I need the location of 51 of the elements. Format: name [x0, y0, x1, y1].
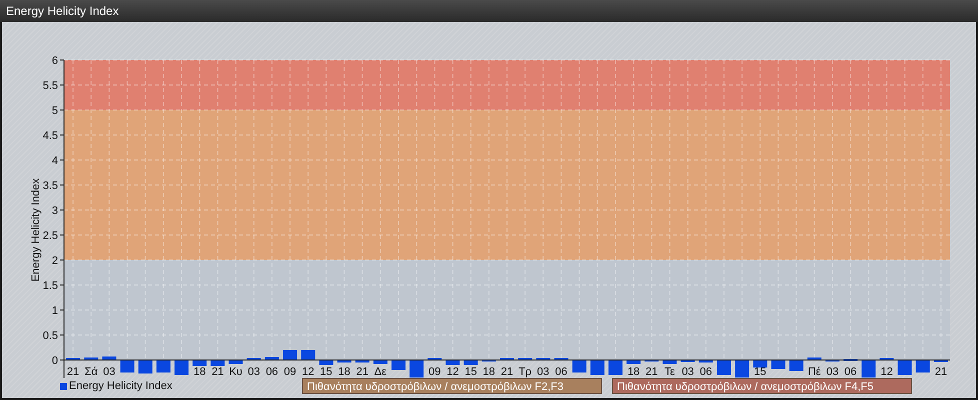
x-tick-label: 12: [446, 366, 459, 378]
y-tick-label: 3.5: [42, 180, 58, 192]
x-tick-label: 03: [826, 366, 839, 378]
x-tick-label: 21: [934, 366, 948, 378]
y-tick-label: 2: [52, 255, 58, 267]
y-tick-label: 4: [52, 155, 58, 167]
y-tick-label: 1: [52, 305, 58, 317]
y-tick-label: 0: [52, 355, 58, 367]
x-tick-label: 03: [682, 366, 694, 378]
x-tick-label: 06: [844, 366, 857, 378]
x-tick-label: Σά: [84, 366, 98, 378]
y-tick-label: 5: [52, 105, 58, 117]
y-axis-title: Energy Helicity Index: [30, 178, 42, 282]
x-tick-label: Κυ: [229, 366, 242, 378]
x-tick-label: 03: [248, 366, 260, 378]
x-tick-label: 15: [464, 366, 477, 378]
x-tick-label: 03: [103, 366, 116, 378]
y-tick-label: 0.5: [42, 330, 58, 342]
x-tick-label: 15: [754, 366, 766, 378]
x-tick-label: 06: [266, 366, 278, 378]
warning-band: Πιθανότητα υδροστρόβιλων / ανεμοστρόβιλων F2,F3: [302, 378, 602, 394]
y-tick-label: 2.5: [42, 230, 58, 242]
x-tick-label: 03: [537, 366, 550, 378]
x-tick-label: 09: [428, 366, 441, 378]
x-tick-label: 21: [356, 366, 368, 378]
x-tick-label: 21: [646, 366, 658, 378]
x-tick-label: 12: [880, 366, 893, 378]
window-title: Energy Helicity Index: [6, 3, 119, 20]
x-tick-label: 06: [700, 366, 712, 378]
x-tick-label: Τε: [664, 366, 675, 378]
x-tick-label: 21: [212, 366, 224, 378]
x-tick-label: 09: [284, 366, 296, 378]
x-tick-label: 15: [320, 366, 332, 378]
x-tick-label: 18: [482, 366, 496, 378]
y-tick-label: 3: [52, 205, 58, 217]
x-tick-label: 18: [338, 366, 350, 378]
y-tick-label: 6: [52, 55, 58, 67]
y-tick-label: 4.5: [42, 130, 58, 142]
x-tick-label: 18: [627, 366, 640, 378]
x-tick-label: 21: [66, 366, 80, 378]
x-tick-label: Δε: [374, 366, 387, 378]
x-tick-label: Τρ: [518, 366, 532, 378]
x-tick-label: 06: [555, 366, 568, 378]
x-tick-label: 21: [500, 366, 514, 378]
x-tick-label: Πέ: [808, 366, 821, 378]
x-tick-label: 18: [193, 366, 206, 378]
y-tick-label: 5.5: [42, 80, 58, 92]
y-tick-label: 1.5: [42, 280, 58, 292]
legend-label: Energy Helicity Index: [69, 379, 172, 394]
warning-band: Πιθανότητα υδροστρόβιλων / ανεμοστρόβιλων F4,F5: [612, 378, 912, 394]
x-tick-label: 12: [302, 366, 314, 378]
